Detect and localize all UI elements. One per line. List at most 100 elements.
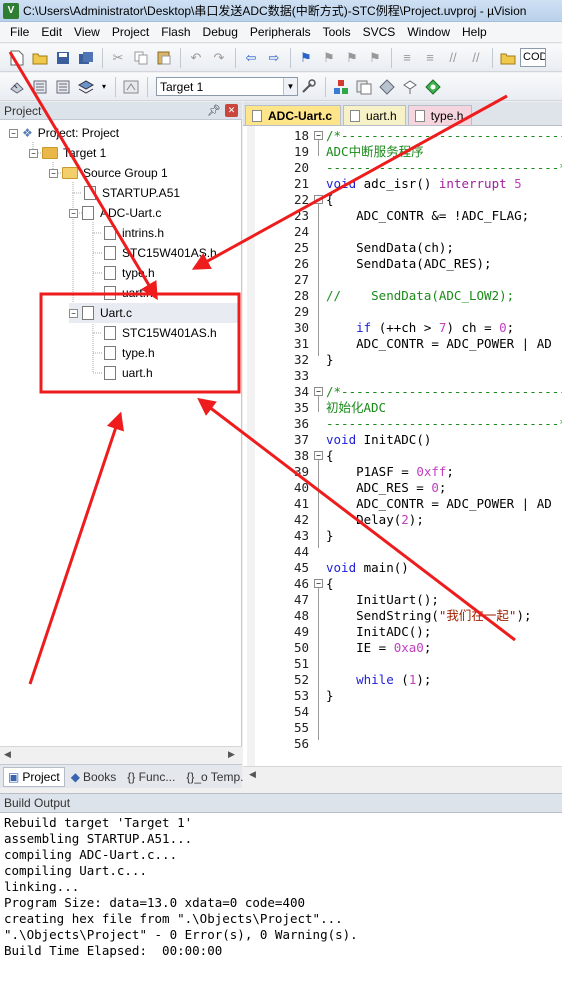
code-line[interactable]: 44: [243, 544, 562, 560]
paste-icon[interactable]: [153, 47, 175, 69]
fold-toggle-icon[interactable]: −: [314, 195, 323, 204]
code-line[interactable]: 52 while (1);: [243, 672, 562, 688]
save-icon[interactable]: [52, 47, 74, 69]
batch-build-icon[interactable]: [75, 76, 97, 98]
next-bookmark-icon[interactable]: ⚑: [341, 47, 363, 69]
fold-toggle-icon[interactable]: −: [314, 131, 323, 140]
tab-adc-uart-c[interactable]: ADC-Uart.c: [245, 105, 342, 125]
tree-node-header[interactable]: type.h: [104, 263, 155, 283]
project-hscrollbar[interactable]: ◀ ▶: [0, 746, 242, 762]
code-line[interactable]: 42 Delay(2);: [243, 512, 562, 528]
cut-icon[interactable]: ✂: [107, 47, 129, 69]
menu-view[interactable]: View: [68, 22, 106, 43]
tree-node-header[interactable]: uart.h: [104, 283, 153, 303]
code-line[interactable]: 41 ADC_CONTR = ADC_POWER | AD: [243, 496, 562, 512]
indent-icon[interactable]: ≡: [396, 47, 418, 69]
collapse-toggle-icon[interactable]: −: [69, 208, 78, 218]
code-line[interactable]: 31 ADC_CONTR = ADC_POWER | AD: [243, 336, 562, 352]
tree-node-source-group[interactable]: − Source Group 1: [49, 163, 168, 183]
download-icon[interactable]: ▾: [98, 76, 110, 98]
pin-icon[interactable]: 📌︎: [207, 104, 221, 117]
clear-bookmarks-icon[interactable]: ⚑: [364, 47, 386, 69]
code-line[interactable]: 34−/*-------------------------------: [243, 384, 562, 400]
nav-forward-icon[interactable]: ⇨: [263, 47, 285, 69]
code-line[interactable]: 23 ADC_CONTR &= !ADC_FLAG;: [243, 208, 562, 224]
run-time-env-icon[interactable]: [422, 76, 444, 98]
target-select[interactable]: Target 1 ▼: [156, 77, 298, 96]
code-line[interactable]: 22−{: [243, 192, 562, 208]
tree-node-target[interactable]: − Target 1: [29, 143, 106, 163]
build-output-pane[interactable]: Rebuild target 'Target 1' assembling STAR…: [0, 813, 562, 981]
code-line[interactable]: 25 SendData(ch);: [243, 240, 562, 256]
tab-uart-h[interactable]: uart.h: [343, 105, 406, 125]
code-line[interactable]: 28 // SendData(ADC_LOW2);: [243, 288, 562, 304]
scroll-left-icon[interactable]: ◀: [249, 769, 256, 780]
open-folder-icon[interactable]: [29, 47, 51, 69]
code-line[interactable]: 50 IE = 0xa0;: [243, 640, 562, 656]
tree-node-file-selected[interactable]: − Uart.c: [69, 303, 239, 323]
menu-edit[interactable]: Edit: [35, 22, 68, 43]
menu-tools[interactable]: Tools: [317, 22, 357, 43]
code-line[interactable]: 39 P1ASF = 0xff;: [243, 464, 562, 480]
fold-toggle-icon[interactable]: −: [314, 579, 323, 588]
code-line[interactable]: 55: [243, 720, 562, 736]
code-line[interactable]: 30 if (++ch > 7) ch = 0;: [243, 320, 562, 336]
code-line[interactable]: 19 ADC中断服务程序: [243, 144, 562, 160]
build-icon[interactable]: [29, 76, 51, 98]
code-line[interactable]: 47 InitUart();: [243, 592, 562, 608]
code-line[interactable]: 37 void InitADC(): [243, 432, 562, 448]
code-line[interactable]: 46−{: [243, 576, 562, 592]
menu-file[interactable]: File: [0, 22, 35, 43]
menu-debug[interactable]: Debug: [197, 22, 244, 43]
save-all-icon[interactable]: [75, 47, 97, 69]
tree-node-header[interactable]: STC15W401AS.h: [104, 243, 217, 263]
rebuild-icon[interactable]: [52, 76, 74, 98]
code-line[interactable]: 49 InitADC();: [243, 624, 562, 640]
find-combo[interactable]: COD: [520, 48, 546, 67]
scroll-right-icon[interactable]: ▶: [228, 749, 235, 760]
code-line[interactable]: 29: [243, 304, 562, 320]
find-in-files-icon[interactable]: [497, 47, 519, 69]
bookmark-icon[interactable]: ⚑: [295, 47, 317, 69]
tree-node-header[interactable]: intrins.h: [104, 223, 164, 243]
tree-node-header[interactable]: uart.h: [104, 363, 153, 383]
collapse-toggle-icon[interactable]: −: [49, 168, 58, 178]
code-line[interactable]: 45 void main(): [243, 560, 562, 576]
fold-toggle-icon[interactable]: −: [314, 451, 323, 460]
copy-icon[interactable]: [130, 47, 152, 69]
menu-peripherals[interactable]: Peripherals: [244, 22, 317, 43]
select-packs-icon[interactable]: [399, 76, 421, 98]
code-line[interactable]: 26 SendData(ADC_RES);: [243, 256, 562, 272]
collapse-toggle-icon[interactable]: −: [9, 128, 18, 138]
code-line[interactable]: 53}: [243, 688, 562, 704]
manage-components-icon[interactable]: [330, 76, 352, 98]
undo-icon[interactable]: ↶: [185, 47, 207, 69]
file-extensions-icon[interactable]: [353, 76, 375, 98]
unindent-icon[interactable]: ≡: [419, 47, 441, 69]
collapse-toggle-icon[interactable]: −: [29, 148, 38, 158]
code-line[interactable]: 40 ADC_RES = 0;: [243, 480, 562, 496]
code-line[interactable]: 18−/*-------------------------------: [243, 128, 562, 144]
scroll-left-icon[interactable]: ◀: [4, 749, 11, 760]
code-line[interactable]: 56: [243, 736, 562, 752]
code-line[interactable]: 20 -------------------------------*/: [243, 160, 562, 176]
collapse-toggle-icon[interactable]: −: [69, 308, 78, 318]
prev-bookmark-icon[interactable]: ⚑: [318, 47, 340, 69]
load-icon[interactable]: [120, 76, 142, 98]
menu-help[interactable]: Help: [456, 22, 493, 43]
tree-node-file[interactable]: STARTUP.A51: [84, 183, 180, 203]
menu-window[interactable]: Window: [401, 22, 456, 43]
code-line[interactable]: 35 初始化ADC: [243, 400, 562, 416]
tab-project[interactable]: ▣ Project: [3, 766, 65, 787]
menu-flash[interactable]: Flash: [155, 22, 196, 43]
code-line[interactable]: 21 void adc_isr() interrupt 5: [243, 176, 562, 192]
menu-project[interactable]: Project: [106, 22, 155, 43]
code-line[interactable]: 24: [243, 224, 562, 240]
code-line[interactable]: 27: [243, 272, 562, 288]
code-line[interactable]: 38−{: [243, 448, 562, 464]
menu-svcs[interactable]: SVCS: [357, 22, 402, 43]
tab-books[interactable]: ◆ Books: [66, 767, 122, 787]
editor-hscrollbar[interactable]: ◀: [243, 766, 562, 782]
pack-installer-icon[interactable]: [376, 76, 398, 98]
redo-icon[interactable]: ↷: [208, 47, 230, 69]
